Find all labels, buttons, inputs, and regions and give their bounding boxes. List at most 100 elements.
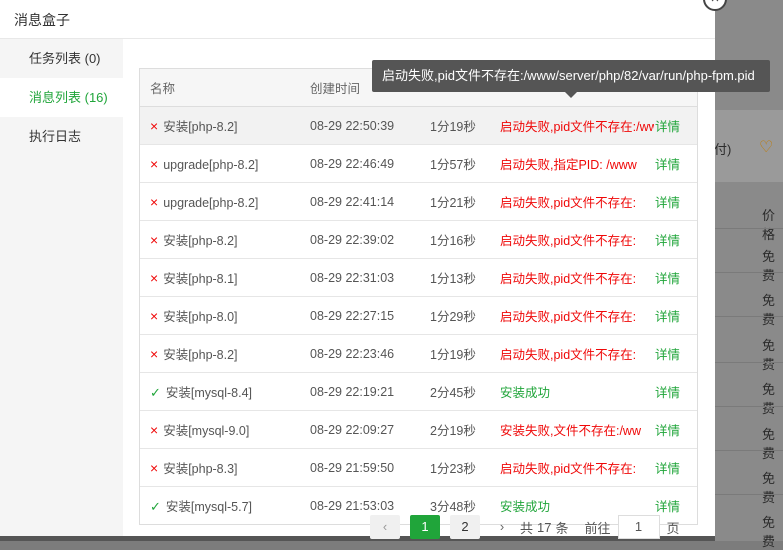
message-list-panel: 名称 创建时间 × 安装[php-8.2] 08-29 22:50:39 1分19秒启… (123, 39, 715, 539)
table-row: × 安装[php-8.1] 08-29 22:31:03 1分13秒 启动失败,pid文… (140, 258, 697, 297)
result-message: 安装失败,文件不存在:/ww (499, 410, 654, 449)
task-name-cell: × 安装[php-8.0] (140, 296, 309, 335)
task-name: 安装[mysql-5.7] (165, 500, 253, 514)
task-name-cell: × upgrade[php-8.2] (140, 182, 309, 221)
task-name-cell: ✓ 安装[mysql-5.7] (140, 487, 309, 525)
detail-link[interactable]: 详情 (654, 448, 697, 487)
created-time: 08-29 22:27:15 (309, 296, 429, 335)
result-message: 启动失败,pid文件不存在: (499, 220, 654, 259)
duration: 1分16秒 (429, 220, 499, 259)
duration: 1分19秒 (429, 106, 499, 145)
created-time: 08-29 22:39:02 (309, 220, 429, 259)
background-divider (715, 316, 783, 317)
detail-link[interactable]: 详情 (654, 144, 697, 183)
background-divider (715, 450, 783, 451)
modal-header: 消息盒子 (0, 0, 715, 39)
background-price: 免费 (762, 382, 776, 416)
pagination: ‹ 1 2 › 共 17 条 前往 1 页 (370, 515, 680, 539)
result-message: 启动失败,pid文件不存在: (499, 296, 654, 335)
detail-link[interactable]: 详情 (654, 334, 697, 373)
task-name: 安装[php-8.2] (163, 120, 238, 134)
duration: 2分19秒 (429, 410, 499, 449)
table-row: × 安装[mysql-9.0] 08-29 22:09:27 2分19秒 安装失败,文件… (140, 410, 697, 449)
created-time: 08-29 22:31:03 (309, 258, 429, 297)
duration: 1分29秒 (429, 296, 499, 335)
task-name-cell: × 安装[php-8.1] (140, 258, 309, 297)
result-message: 启动失败,pid文件不存在: (499, 334, 654, 373)
task-name: 安装[mysql-9.0] (163, 424, 250, 438)
task-name-cell: ✓ 安装[mysql-8.4] (140, 372, 309, 411)
created-time: 08-29 22:19:21 (309, 372, 429, 411)
detail-link[interactable]: 详情 (654, 410, 697, 449)
task-name: upgrade[php-8.2] (163, 195, 259, 210)
fail-x-icon: × (150, 155, 159, 172)
table-row: × upgrade[php-8.2] 08-29 22:46:49 1分57秒 启动失败… (140, 144, 697, 183)
background-divider (715, 228, 783, 229)
total-suffix: 条 (555, 520, 569, 536)
background-price: 免费 (762, 338, 776, 372)
created-time: 08-29 22:41:14 (309, 182, 429, 221)
background-divider (715, 272, 783, 273)
column-header-name: 名称 (140, 69, 309, 107)
result-message: 安装成功 (499, 372, 654, 411)
detail-link[interactable]: 详情 (654, 258, 697, 297)
goto-prefix: 前往 (584, 520, 611, 536)
task-name-cell: × 安装[mysql-9.0] (140, 410, 309, 449)
task-name: 安装[php-8.2] (163, 348, 238, 362)
heart-icon: ♡ (759, 139, 774, 156)
result-message: 启动失败,pid文件不存在: (499, 258, 654, 297)
modal-sidebar: 任务列表 (0) 消息列表 (16) 执行日志 (0, 39, 123, 536)
background-price: 免费 (762, 249, 776, 283)
page-button-1[interactable]: 1 (410, 515, 440, 539)
task-name-cell: × 安装[php-8.2] (140, 106, 309, 145)
fail-x-icon: × (150, 118, 159, 134)
created-time: 08-29 22:09:27 (309, 410, 429, 449)
task-name: 安装[php-8.2] (163, 234, 238, 248)
result-tooltip: 启动失败,pid文件不存在:/www/server/php/82/var/run… (372, 60, 770, 92)
detail-link[interactable]: 详情 (654, 182, 697, 221)
result-message: 启动失败,pid文件不存在: (499, 182, 654, 221)
fail-x-icon: × (150, 193, 159, 210)
fail-x-icon: × (150, 346, 159, 362)
goto-suffix: 页 (666, 520, 680, 536)
total-prefix: 共 (520, 520, 534, 536)
background-divider (715, 406, 783, 407)
task-name: 安装[mysql-8.4] (165, 386, 253, 400)
message-table-container: 名称 创建时间 × 安装[php-8.2] 08-29 22:50:39 1分19秒启… (139, 68, 698, 525)
total-count: 17 (537, 519, 552, 535)
task-name: 安装[php-8.3] (163, 462, 238, 476)
sidebar-item-execution-log[interactable]: 执行日志 (0, 117, 123, 156)
page-button-2[interactable]: 2 (450, 515, 480, 539)
table-row: ✓ 安装[mysql-8.4] 08-29 22:19:21 2分45秒 安装成功 详情 (140, 372, 697, 411)
prev-page-button[interactable]: ‹ (370, 515, 400, 539)
table-row: × upgrade[php-8.2] 08-29 22:41:14 1分21秒 启动失败… (140, 182, 697, 221)
table-row: × 安装[php-8.3] 08-29 21:59:50 1分23秒 启动失败,pid文… (140, 448, 697, 487)
fail-x-icon: × (150, 308, 159, 324)
duration: 2分45秒 (429, 372, 499, 411)
task-name-cell: × 安装[php-8.2] (140, 334, 309, 373)
table-row: × 安装[php-8.2] 08-29 22:23:46 1分19秒 启动失败,pid文… (140, 334, 697, 373)
background-divider (715, 494, 783, 495)
duration: 1分21秒 (429, 182, 499, 221)
background-text: 付) (714, 142, 732, 157)
result-message: 启动失败,pid文件不存在: (499, 448, 654, 487)
created-time: 08-29 22:23:46 (309, 334, 429, 373)
table-row: × 安装[php-8.2] 08-29 22:50:39 1分19秒 启动失败,pid文… (140, 106, 697, 145)
detail-link[interactable]: 详情 (654, 106, 697, 145)
detail-link[interactable]: 详情 (654, 220, 697, 259)
goto-page-input[interactable]: 1 (617, 515, 660, 539)
sidebar-item-message-list[interactable]: 消息列表 (16) (0, 78, 123, 117)
task-name: 安装[php-8.0] (163, 310, 238, 324)
background-price: 免费 (762, 471, 776, 505)
next-page-button[interactable]: › (490, 515, 514, 539)
sidebar-item-task-list[interactable]: 任务列表 (0) (0, 39, 123, 78)
duration: 1分57秒 (429, 144, 499, 183)
duration: 1分23秒 (429, 448, 499, 487)
fail-x-icon: × (150, 422, 159, 438)
detail-link[interactable]: 详情 (654, 372, 697, 411)
result-message: 启动失败,pid文件不存在:/www/server/php/82/var/run… (499, 106, 654, 145)
background-price: 免费 (762, 293, 776, 327)
detail-link[interactable]: 详情 (654, 296, 697, 335)
task-name-cell: × 安装[php-8.2] (140, 220, 309, 259)
task-name: 安装[php-8.1] (163, 272, 238, 286)
